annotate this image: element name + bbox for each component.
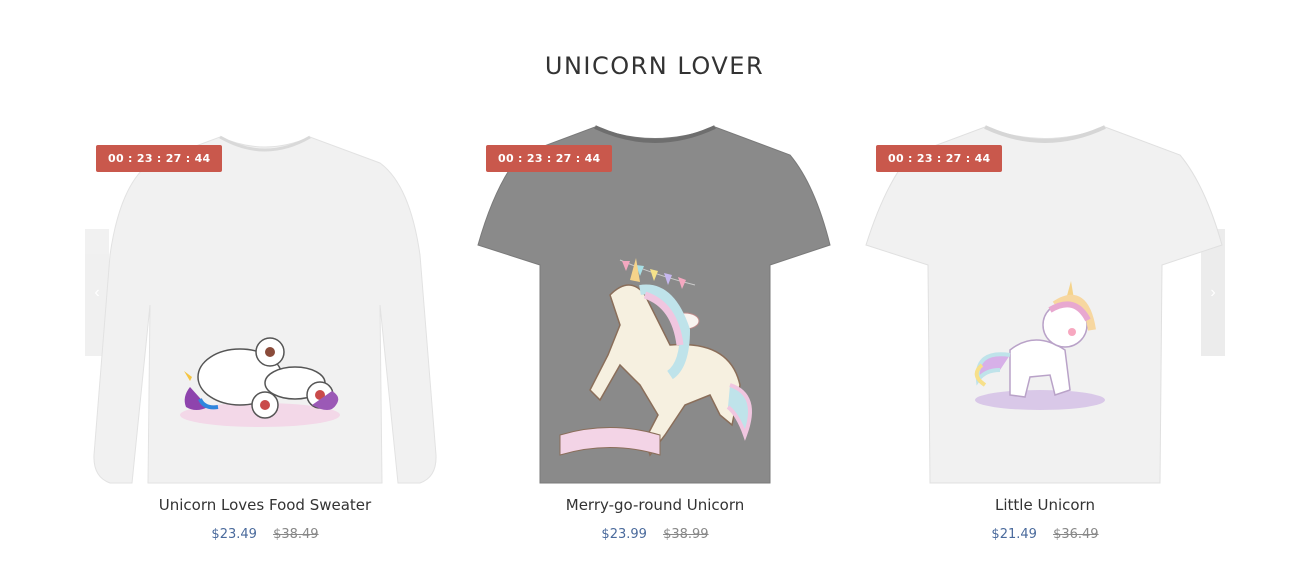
product-old-price: $38.99 bbox=[663, 527, 709, 542]
product-price: $23.49 bbox=[211, 527, 257, 542]
countdown-timer-badge: 00 : 23 : 27 : 44 bbox=[876, 145, 1002, 172]
price-row: $21.49 $36.49 bbox=[860, 527, 1230, 542]
product-price: $23.99 bbox=[601, 527, 647, 542]
price-row: $23.99 $38.99 bbox=[470, 527, 840, 542]
product-card[interactable]: 00 : 23 : 27 : 44 Unicorn Loves Food Swe… bbox=[80, 115, 450, 555]
countdown-timer-badge: 00 : 23 : 27 : 44 bbox=[96, 145, 222, 172]
product-name[interactable]: Little Unicorn bbox=[860, 496, 1230, 514]
price-row: $23.49 $38.49 bbox=[80, 527, 450, 542]
product-price: $21.49 bbox=[991, 527, 1037, 542]
product-carousel: ‹ › 00 : 23: 27: 44 Unicorn Loves Food… bbox=[0, 0, 1295, 583]
product-image[interactable]: 00 : 23 : 27 : 44 bbox=[80, 115, 450, 485]
countdown-timer-badge: 00 : 23 : 27 : 44 bbox=[486, 145, 612, 172]
product-card[interactable]: 00 : 23 : 27 : 44 Merry-go-round Unicorn… bbox=[470, 115, 840, 555]
product-image[interactable]: 00 : 23 : 27 : 44 bbox=[470, 115, 840, 485]
product-name[interactable]: Merry-go-round Unicorn bbox=[470, 496, 840, 514]
product-old-price: $36.49 bbox=[1053, 527, 1099, 542]
product-name[interactable]: Unicorn Loves Food Sweater bbox=[80, 496, 450, 514]
product-old-price: $38.49 bbox=[273, 527, 319, 542]
product-card[interactable]: 00 : 23 : 27 : 44 Little Unicorn $21.49 … bbox=[860, 115, 1230, 555]
product-image[interactable]: 00 : 23 : 27 : 44 bbox=[860, 115, 1230, 485]
